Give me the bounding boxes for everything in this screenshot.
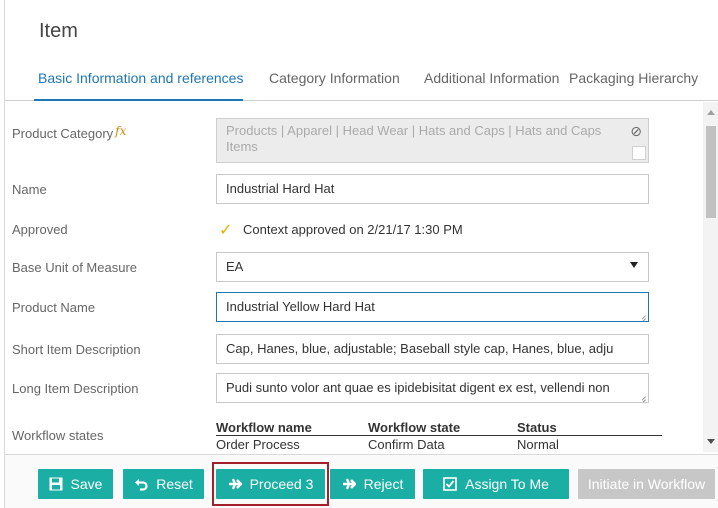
initiate-in-workflow-button[interactable]: Initiate in Workflow <box>578 469 715 499</box>
name-input[interactable]: Industrial Hard Hat <box>216 174 649 204</box>
scroll-down-icon[interactable] <box>707 439 715 444</box>
plane-icon <box>342 478 356 490</box>
scroll-up-icon[interactable] <box>707 110 715 115</box>
reject-button[interactable]: Reject <box>330 469 415 499</box>
active-tab-indicator <box>34 99 243 101</box>
vertical-scrollbar[interactable] <box>703 102 718 452</box>
clear-category-icon[interactable]: ⊘ <box>630 123 642 139</box>
name-value: Industrial Hard Hat <box>226 181 335 196</box>
base-unit-select[interactable]: EA <box>216 252 649 282</box>
short-description-input[interactable]: Cap, Hanes, blue, adjustable; Baseball s… <box>216 334 649 364</box>
reset-button-label: Reset <box>156 476 193 492</box>
page-title: Item <box>39 20 78 42</box>
tab-basic-information[interactable]: Basic Information and references <box>38 70 243 86</box>
plane-icon <box>228 478 242 490</box>
reset-button[interactable]: Reset <box>123 469 204 499</box>
tab-category-information[interactable]: Category Information <box>269 70 400 86</box>
form-content: Product Category fx Products | Apparel | … <box>5 102 701 452</box>
checkbox-icon <box>443 477 457 491</box>
long-description-input[interactable]: Pudi sunto volor ant quae es ipidebisita… <box>216 373 649 403</box>
cell-workflow-state: Confirm Data <box>368 437 445 452</box>
product-name-value: Industrial Yellow Hard Hat <box>226 299 375 314</box>
scrollbar-thumb[interactable] <box>706 126 716 218</box>
approved-status-text: Context approved on 2/21/17 1:30 PM <box>243 222 463 237</box>
resize-handle[interactable] <box>632 146 646 160</box>
column-header-workflow-state: Workflow state <box>368 420 461 435</box>
name-label: Name <box>12 182 47 197</box>
product-category-label: Product Category fx <box>12 124 126 141</box>
proceed-button-label: Proceed 3 <box>249 476 314 492</box>
workflow-states-label: Workflow states <box>12 428 104 443</box>
table-row[interactable]: Order Process Confirm Data Normal <box>216 437 662 452</box>
cell-status: Normal <box>517 437 559 452</box>
save-icon <box>49 477 63 491</box>
product-name-label: Product Name <box>12 300 96 315</box>
short-description-value: Cap, Hanes, blue, adjustable; Baseball s… <box>226 341 614 356</box>
chevron-down-icon <box>630 262 638 268</box>
assign-to-me-label: Assign To Me <box>465 476 549 492</box>
base-unit-label: Base Unit of Measure <box>12 260 138 275</box>
long-description-label: Long Item Description <box>12 381 139 396</box>
resize-handle[interactable] <box>638 392 646 400</box>
workflow-table-header: Workflow name Workflow state Status <box>216 420 662 436</box>
tab-bar: Basic Information and references Categor… <box>5 60 718 101</box>
product-name-input[interactable]: Industrial Yellow Hard Hat <box>216 292 649 322</box>
product-category-label-text: Product Category <box>12 126 114 141</box>
save-button-label: Save <box>70 476 103 492</box>
tab-packaging-hierarchy[interactable]: Packaging Hierarchy <box>569 70 698 86</box>
resize-handle[interactable] <box>638 311 646 319</box>
check-icon: ✓ <box>219 222 233 239</box>
base-unit-value: EA <box>226 259 244 274</box>
reject-button-label: Reject <box>363 476 404 492</box>
column-header-status: Status <box>517 420 557 435</box>
proceed-button[interactable]: Proceed 3 <box>216 469 325 499</box>
short-description-label: Short Item Description <box>12 342 141 357</box>
product-category-value: Products | Apparel | Head Wear | Hats an… <box>226 123 602 154</box>
column-header-workflow-name: Workflow name <box>216 420 312 435</box>
initiate-in-workflow-label: Initiate in Workflow <box>587 476 706 492</box>
product-category-field: Products | Apparel | Head Wear | Hats an… <box>216 118 649 163</box>
long-description-value: Pudi sunto volor ant quae es ipidebisita… <box>226 380 610 395</box>
approved-label: Approved <box>12 222 68 237</box>
assign-to-me-button[interactable]: Assign To Me <box>423 469 569 499</box>
formula-icon[interactable]: fx <box>115 124 126 138</box>
item-panel: Item Basic Information and references Ca… <box>4 0 718 508</box>
action-toolbar: Save Reset Proceed 3 Reject Assign To Me… <box>5 454 718 508</box>
cell-workflow-name: Order Process <box>216 437 300 452</box>
save-button[interactable]: Save <box>38 469 113 499</box>
tab-additional-information[interactable]: Additional Information <box>424 70 559 86</box>
undo-icon <box>135 479 148 491</box>
